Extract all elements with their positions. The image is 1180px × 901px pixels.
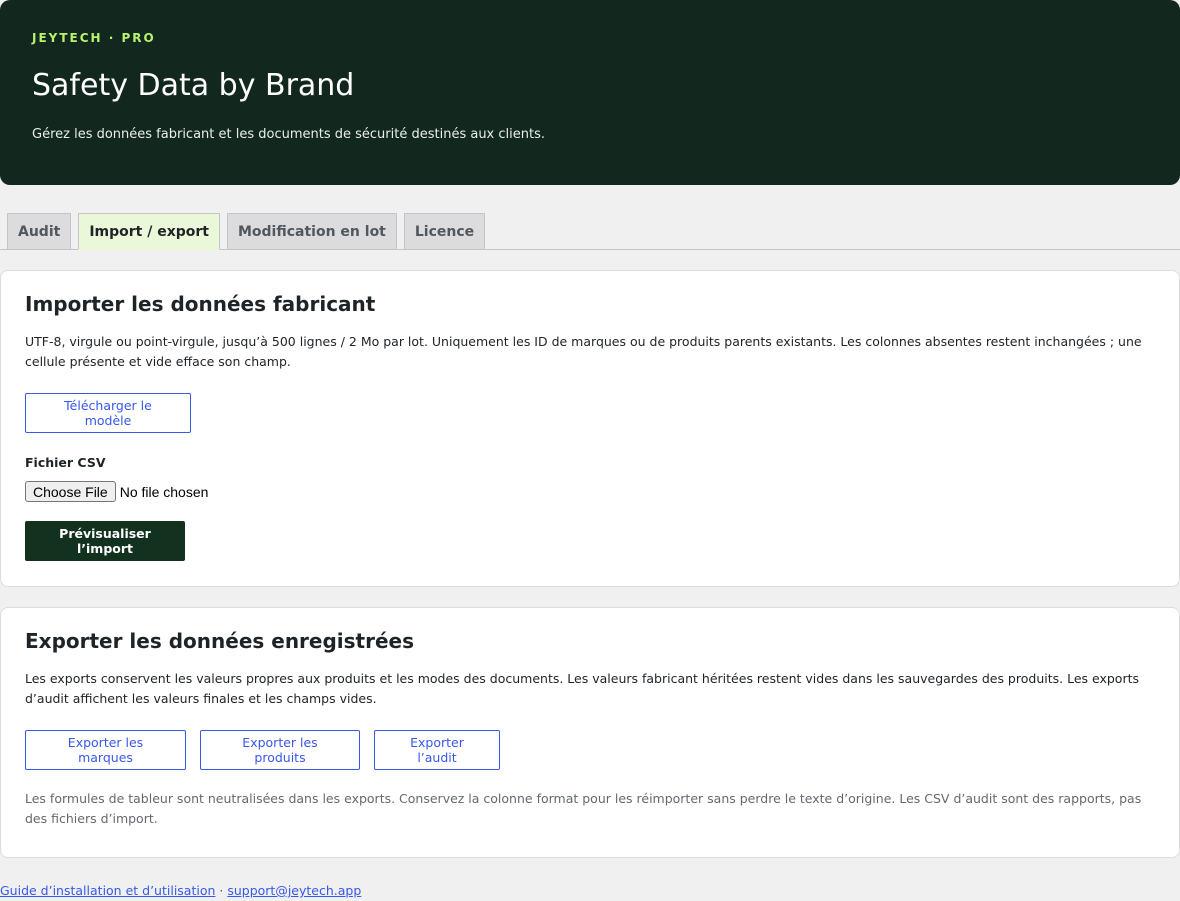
- footer-separator: ·: [215, 883, 228, 898]
- preview-import-button[interactable]: Prévisualiser l’import: [25, 521, 185, 561]
- file-status: No file chosen: [119, 483, 209, 500]
- page-header: JEYTECH · PRO Safety Data by Brand Gérez…: [0, 0, 1180, 185]
- choose-file-button[interactable]: Choose File: [25, 481, 116, 502]
- export-description: Les exports conservent les valeurs propr…: [25, 671, 1139, 706]
- csv-file-label: Fichier CSV: [25, 455, 106, 470]
- support-email-link[interactable]: support@jeytech.app: [227, 883, 361, 898]
- export-note: Les formules de tableur sont neutralisée…: [25, 791, 1142, 826]
- page-title: Safety Data by Brand: [32, 68, 355, 103]
- brand-eyebrow: JEYTECH · PRO: [32, 31, 156, 45]
- export-products-button[interactable]: Exporter les produits: [200, 730, 360, 770]
- page-subtitle: Gérez les données fabricant et les docum…: [32, 127, 545, 142]
- download-template-button[interactable]: Télécharger le modèle: [25, 393, 191, 433]
- import-title: Importer les données fabricant: [25, 292, 376, 316]
- export-title: Exporter les données enregistrées: [25, 629, 415, 653]
- tab-import-export[interactable]: Import / export: [78, 213, 220, 250]
- import-description: UTF-8, virgule ou point-virgule, jusqu’à…: [25, 334, 1142, 369]
- page-footer: Guide d’installation et d’utilisation · …: [0, 882, 361, 900]
- tab-license[interactable]: Licence: [403, 213, 486, 249]
- export-audit-button[interactable]: Exporter l’audit: [374, 730, 500, 770]
- export-brands-button[interactable]: Exporter les marques: [25, 730, 186, 770]
- import-card: Importer les données fabricant UTF-8, vi…: [0, 270, 1180, 587]
- tab-bar: Audit Import / export Modification en lo…: [0, 213, 1180, 250]
- export-card: Exporter les données enregistrées Les ex…: [0, 607, 1180, 858]
- tab-bulk-edit[interactable]: Modification en lot: [226, 213, 397, 249]
- tab-audit[interactable]: Audit: [7, 213, 72, 249]
- guide-link[interactable]: Guide d’installation et d’utilisation: [0, 883, 215, 898]
- csv-file-input: Choose File No file chosen: [25, 481, 1155, 502]
